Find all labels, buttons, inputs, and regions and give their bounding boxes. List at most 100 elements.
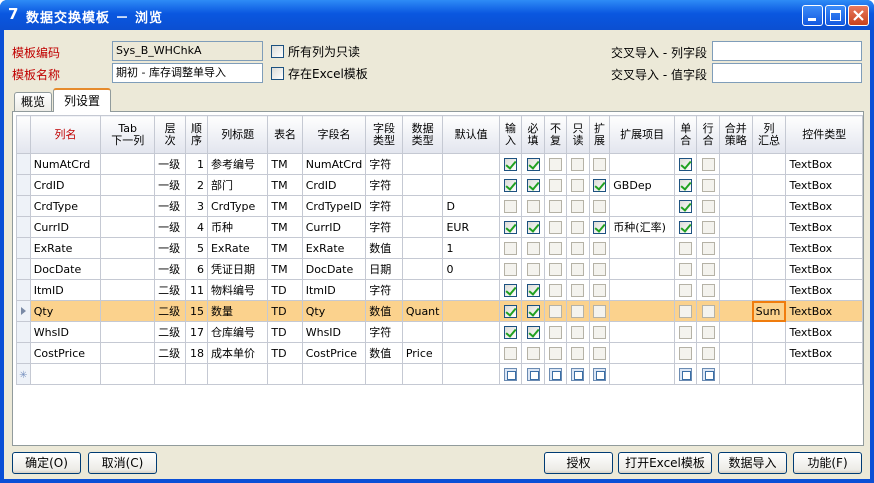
column-title-cell[interactable]: 参考编号	[206, 153, 269, 175]
column-header[interactable]: 列 汇总	[751, 115, 787, 154]
table-row[interactable]: ExRate 一级 5 ExRate TM ExRate 数值 1 TextBox	[16, 237, 863, 259]
extend-item-cell[interactable]	[609, 321, 675, 343]
readonly-cell[interactable]	[566, 279, 590, 301]
tab-next-cell[interactable]	[100, 342, 156, 364]
required-cell[interactable]	[521, 195, 545, 217]
extend-checkbox[interactable]	[592, 157, 606, 171]
single-merge-checkbox[interactable]	[679, 304, 693, 318]
table-row[interactable]: WhsID 二级 17 仓库编号 TD WhsID 字符 TextBox	[16, 321, 863, 343]
nodup-cell[interactable]	[543, 300, 568, 322]
nodup-checkbox[interactable]	[548, 346, 562, 360]
field-name-cell[interactable]: NumAtCrd	[301, 153, 367, 175]
readonly-cell[interactable]	[566, 321, 590, 343]
required-checkbox[interactable]	[526, 346, 540, 360]
table-name-cell[interactable]: TD	[267, 300, 303, 322]
row-selector[interactable]	[16, 174, 31, 196]
single-merge-checkbox[interactable]	[679, 199, 693, 213]
tab-next-cell[interactable]	[100, 300, 156, 322]
control-type-cell[interactable]: TextBox	[785, 237, 863, 259]
required-cell[interactable]	[521, 153, 545, 175]
readonly-cell[interactable]	[566, 153, 590, 175]
merge-strategy-cell[interactable]	[718, 153, 753, 175]
row-merge-cell[interactable]	[696, 279, 720, 301]
table-name-cell[interactable]: TM	[267, 237, 303, 259]
tab-next-cell[interactable]	[100, 195, 156, 217]
control-type-cell[interactable]: TextBox	[785, 153, 863, 175]
column-header[interactable]: 行 合	[696, 115, 720, 154]
row-merge-checkbox[interactable]	[701, 178, 715, 192]
extend-item-cell[interactable]: GBDep	[609, 174, 675, 196]
tab-next-cell[interactable]	[100, 279, 156, 301]
single-merge-cell[interactable]	[673, 258, 698, 280]
column-header[interactable]: 表名	[267, 115, 303, 154]
column-summary-cell[interactable]	[751, 216, 787, 238]
required-checkbox[interactable]	[526, 262, 540, 276]
level-cell[interactable]: 一级	[154, 258, 187, 280]
table-row[interactable]: CurrID 一级 4 币种 TM CurrID 字符 EUR 币种(汇率) TextBox	[16, 216, 863, 238]
extend-item-cell[interactable]	[609, 153, 675, 175]
input-cell[interactable]	[498, 237, 523, 259]
extend-cell[interactable]	[588, 216, 611, 238]
row-selector[interactable]	[16, 153, 31, 175]
nodup-checkbox[interactable]	[548, 199, 562, 213]
required-checkbox[interactable]	[526, 325, 540, 339]
row-selector[interactable]	[16, 342, 31, 364]
excel-template-checkbox[interactable]: 存在Excel模板	[271, 65, 368, 82]
row-merge-cell[interactable]	[696, 195, 720, 217]
nodup-cell[interactable]	[543, 258, 568, 280]
table-row[interactable]: Qty 二级 15 数量 TD Qty 数值 Quant Sum TextBox	[16, 300, 863, 322]
column-settings-grid[interactable]: 列名 Tab 下一列层 次顺 序列标题 表名 字段名 字段 类型 数据 类型 默认值输 入必…	[16, 115, 863, 445]
extend-cell[interactable]	[588, 321, 611, 343]
extend-item-cell[interactable]	[609, 300, 675, 322]
data-import-button[interactable]: 数据导入	[718, 452, 787, 474]
merge-strategy-cell[interactable]	[718, 216, 753, 238]
input-cell[interactable]	[498, 258, 523, 280]
input-checkbox[interactable]	[504, 283, 518, 297]
row-merge-checkbox[interactable]	[701, 199, 715, 213]
field-type-cell[interactable]: 字符	[365, 216, 403, 238]
level-cell[interactable]: 二级	[154, 279, 187, 301]
default-value-cell[interactable]: EUR	[442, 216, 500, 238]
tab-next-cell[interactable]	[100, 174, 156, 196]
order-cell[interactable]: 2	[185, 174, 208, 196]
new-row-cell[interactable]	[185, 363, 208, 385]
column-name-cell[interactable]: DocDate	[29, 258, 102, 280]
extend-item-cell[interactable]	[609, 279, 675, 301]
input-cell[interactable]	[498, 153, 523, 175]
column-header[interactable]: 层 次	[154, 115, 187, 154]
column-title-cell[interactable]: 凭证日期	[206, 258, 269, 280]
single-merge-cell[interactable]	[673, 195, 698, 217]
column-title-cell[interactable]: 成本单价	[206, 342, 269, 364]
field-type-cell[interactable]: 字符	[365, 279, 403, 301]
column-header[interactable]: Tab 下一列	[100, 115, 156, 154]
level-cell[interactable]: 二级	[154, 321, 187, 343]
tab-next-cell[interactable]	[100, 321, 156, 343]
input-checkbox[interactable]	[504, 346, 518, 360]
row-merge-checkbox[interactable]	[701, 262, 715, 276]
extend-cell[interactable]	[588, 195, 611, 217]
table-name-cell[interactable]: TD	[267, 321, 303, 343]
nodup-cell[interactable]	[543, 195, 568, 217]
extend-cell[interactable]	[588, 279, 611, 301]
column-title-cell[interactable]: CrdType	[206, 195, 269, 217]
nodup-cell[interactable]	[543, 153, 568, 175]
extend-checkbox[interactable]	[592, 262, 606, 276]
input-checkbox[interactable]	[504, 262, 518, 276]
column-summary-cell[interactable]	[751, 258, 787, 280]
readonly-cell[interactable]	[566, 258, 590, 280]
column-name-cell[interactable]: NumAtCrd	[29, 153, 102, 175]
default-value-cell[interactable]	[442, 153, 500, 175]
required-checkbox[interactable]	[526, 220, 540, 234]
all-readonly-checkbox[interactable]: 所有列为只读	[271, 43, 360, 60]
nodup-cell[interactable]	[543, 216, 568, 238]
required-checkbox[interactable]	[526, 241, 540, 255]
row-selector[interactable]	[16, 321, 31, 343]
tab-next-cell[interactable]	[100, 258, 156, 280]
column-header[interactable]: 输 入	[498, 115, 523, 154]
new-row-selector[interactable]: ✳	[16, 363, 31, 385]
merge-strategy-cell[interactable]	[718, 279, 753, 301]
column-header[interactable]: 列标题	[206, 115, 269, 154]
new-row-cell[interactable]	[301, 363, 367, 385]
column-summary-cell[interactable]	[751, 237, 787, 259]
row-merge-cell[interactable]	[696, 153, 720, 175]
